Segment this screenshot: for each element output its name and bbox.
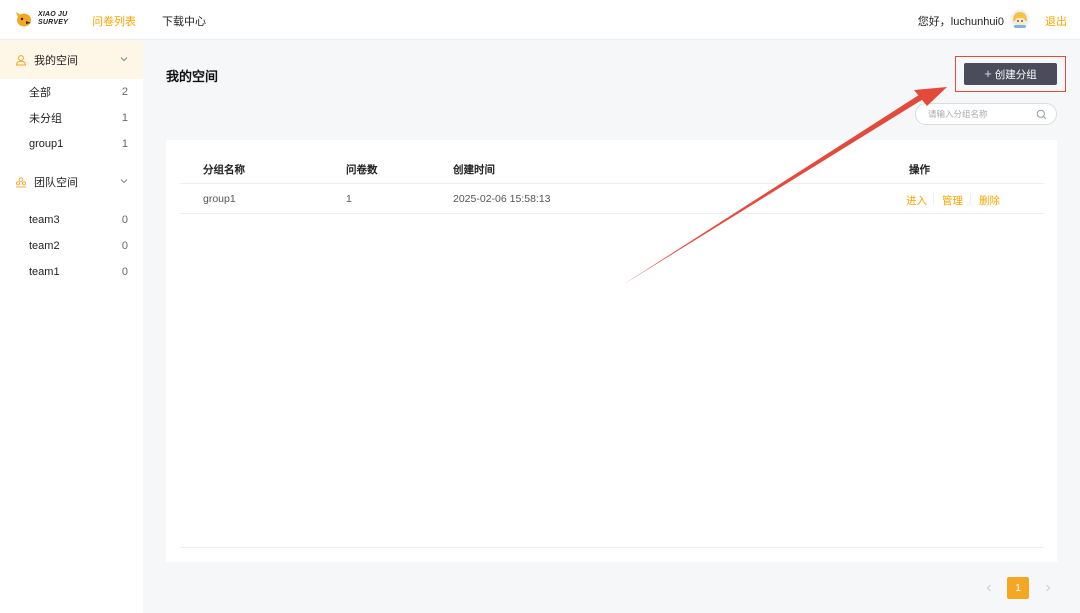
top-header: XIAO JU SURVEY 问卷列表 下载中心 您好，luchunhui0 退… (0, 0, 1080, 40)
sidebar-item-label: team1 (29, 266, 60, 278)
sidebar-item-team2[interactable]: team2 0 (0, 233, 143, 259)
chevron-down-icon[interactable] (119, 54, 129, 64)
column-header-actions: 操作 (909, 164, 930, 176)
pagination-current-page[interactable]: 1 (1007, 577, 1029, 599)
sidebar-group-team-space[interactable]: 团队空间 (0, 163, 143, 201)
group-table-card: 分组名称 问卷数 创建时间 操作 group1 1 2025-02-06 15:… (166, 140, 1057, 562)
column-header-count: 问卷数 (346, 164, 378, 176)
logo-text-line1: XIAO JU (38, 11, 68, 18)
enter-action-link[interactable]: 进入 (906, 193, 927, 208)
logo-icon (16, 12, 31, 27)
sidebar-item-label: group1 (29, 138, 64, 150)
sidebar-item-label: team3 (29, 214, 60, 226)
chevron-down-icon[interactable] (119, 176, 129, 186)
sidebar-group-label: 我的空间 (34, 55, 78, 67)
nav-survey-list[interactable]: 问卷列表 (92, 13, 136, 29)
sidebar-item-count: 1 (121, 112, 128, 124)
avatar[interactable] (1010, 9, 1030, 29)
group-search-input[interactable] (928, 107, 1038, 121)
column-header-name: 分组名称 (203, 164, 245, 176)
chevron-left-icon[interactable] (983, 580, 995, 596)
sidebar-item-group1[interactable]: group1 1 (0, 131, 143, 157)
chevron-right-icon[interactable] (1042, 580, 1054, 596)
sidebar-item-count: 1 (121, 138, 128, 150)
sidebar-item-count: 2 (121, 86, 128, 98)
manage-action-link[interactable]: 管理 (942, 193, 963, 208)
delete-action-link[interactable]: 删除 (979, 193, 1000, 208)
logo-text: XIAO JU SURVEY (38, 11, 68, 27)
cell-survey-count: 1 (346, 193, 352, 205)
sidebar: 我的空间 全部 2 未分组 1 group1 1 团队空间 team3 0 te… (0, 41, 143, 613)
search-box (915, 103, 1057, 125)
team-icon (15, 177, 27, 188)
cell-created-time: 2025-02-06 15:58:13 (453, 193, 551, 205)
search-icon[interactable] (1036, 109, 1047, 120)
logo[interactable]: XIAO JU SURVEY (14, 9, 68, 29)
sidebar-item-team1[interactable]: team1 0 (0, 259, 143, 285)
action-divider (970, 193, 971, 205)
table-header: 分组名称 问卷数 创建时间 操作 (180, 153, 1044, 184)
cell-group-name: group1 (203, 193, 236, 205)
nav-download-center[interactable]: 下载中心 (162, 13, 206, 29)
table-row: group1 1 2025-02-06 15:58:13 进入 管理 删除 (180, 184, 1044, 214)
user-icon (15, 55, 27, 66)
sidebar-item-all[interactable]: 全部 2 (0, 79, 143, 105)
sidebar-item-count: 0 (121, 240, 128, 252)
sidebar-group-label: 团队空间 (34, 177, 78, 189)
table-bottom-divider (180, 547, 1044, 548)
sidebar-item-count: 0 (121, 266, 128, 278)
sidebar-item-ungrouped[interactable]: 未分组 1 (0, 105, 143, 131)
user-greeting: 您好，luchunhui0 (917, 16, 1004, 28)
sidebar-item-label: team2 (29, 240, 60, 252)
logo-text-line2: SURVEY (38, 19, 68, 26)
annotation-highlight-box (955, 56, 1066, 92)
page-title: 我的空间 (166, 69, 219, 84)
sidebar-item-team3[interactable]: team3 0 (0, 207, 143, 233)
sidebar-group-my-space[interactable]: 我的空间 (0, 41, 143, 79)
logout-link[interactable]: 退出 (1045, 13, 1067, 29)
sidebar-item-label: 未分组 (29, 113, 62, 125)
sidebar-item-count: 0 (121, 214, 128, 226)
sidebar-item-label: 全部 (29, 87, 51, 99)
column-header-created: 创建时间 (453, 164, 495, 176)
action-divider (933, 193, 934, 205)
